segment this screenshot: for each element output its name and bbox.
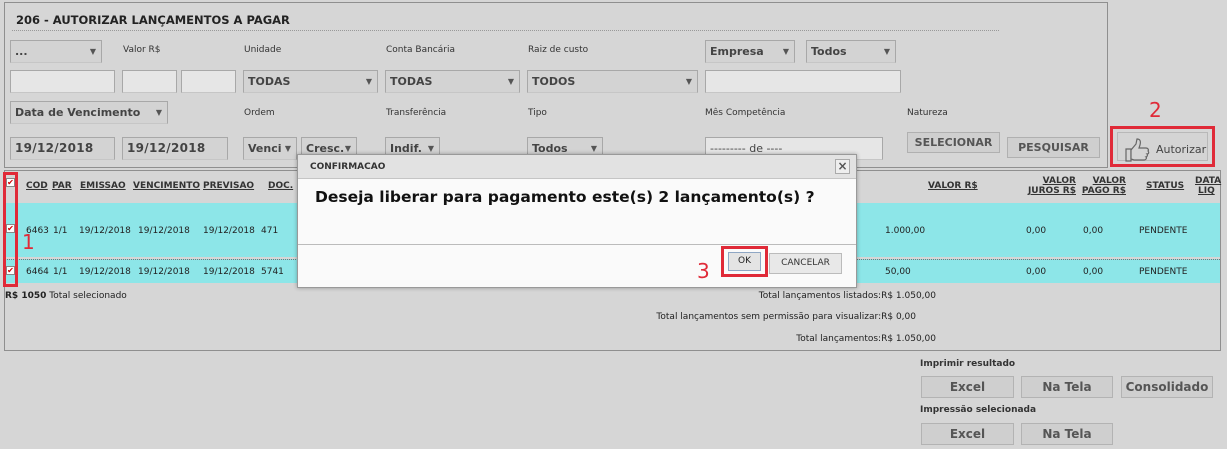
header-emissao[interactable]: EMISSAO <box>80 181 126 191</box>
header-pago-1[interactable]: VALOR <box>1086 176 1126 186</box>
title-divider <box>12 30 999 31</box>
print-result-label: Imprimir resultado <box>920 359 1016 369</box>
header-juros-1[interactable]: VALOR <box>1036 176 1076 186</box>
cell-cod: 6464 <box>26 267 49 277</box>
dialog-header: CONFIRMACAO × <box>298 155 856 179</box>
ordem-label: Ordem <box>244 108 275 118</box>
dialog-title: CONFIRMACAO <box>310 162 386 172</box>
cell-par: 1/1 <box>53 226 68 236</box>
close-icon[interactable]: × <box>835 159 850 174</box>
dialog-divider <box>298 244 856 245</box>
date-end-input[interactable]: 19/12/2018 <box>122 137 228 160</box>
autorizar-highlight: Autorizar <box>1110 126 1215 167</box>
cell-doc: 471 <box>261 226 279 236</box>
total-listados: Total lançamentos listados:R$ 1.050,00 <box>600 291 936 301</box>
annotation-3: 3 <box>697 259 710 283</box>
listados-value: R$ 1.050,00 <box>881 291 936 301</box>
cell-doc: 5741 <box>261 267 284 277</box>
ok-highlight: OK <box>721 246 768 277</box>
total-lancamentos: Total lançamentos:R$ 1.050,00 <box>600 334 936 344</box>
selecionar-button[interactable]: SELECIONAR <box>907 132 1000 153</box>
print-selected-label: Impressão selecionada <box>920 405 1037 415</box>
first-select[interactable]: ... <box>10 40 102 63</box>
header-status[interactable]: STATUS <box>1146 181 1184 191</box>
cell-pago: 0,00 <box>1083 226 1104 236</box>
mes-label: Mês Competência <box>705 108 786 118</box>
cell-status: PENDENTE <box>1139 267 1188 277</box>
empresa-todos-select[interactable]: Todos <box>806 40 896 63</box>
cell-pago: 0,00 <box>1083 267 1104 277</box>
first-text-input[interactable] <box>10 70 115 93</box>
page-title: 206 - AUTORIZAR LANÇAMENTOS A PAGAR <box>16 13 290 27</box>
print-natela-button[interactable]: Na Tela <box>1021 376 1113 398</box>
print-selected-natela-button[interactable]: Na Tela <box>1021 423 1113 445</box>
ok-button[interactable]: OK <box>728 252 761 271</box>
cancel-button[interactable]: CANCELAR <box>769 253 842 274</box>
header-par[interactable]: PAR <box>52 181 72 191</box>
conta-label: Conta Bancária <box>386 45 455 55</box>
transferencia-label: Transferência <box>386 108 447 118</box>
autorizar-button[interactable]: Autorizar <box>1117 132 1208 162</box>
valor-max-input[interactable] <box>181 70 236 93</box>
cell-previsao: 19/12/2018 <box>203 226 255 236</box>
ordem-select[interactable]: Venci <box>243 137 297 160</box>
selected-amount: R$ 1050 <box>5 291 47 301</box>
unidade-select[interactable]: TODAS <box>243 70 378 93</box>
header-vencimento[interactable]: VENCIMENTO <box>133 181 200 191</box>
autorizar-label: Autorizar <box>1156 143 1207 156</box>
header-data-1[interactable]: DATA <box>1195 176 1221 186</box>
sem-perm-label: Total lançamentos sem permissão para vis… <box>656 312 882 322</box>
checkbox-column-highlight <box>3 172 18 287</box>
tipo-label: Tipo <box>528 108 547 118</box>
header-juros-2[interactable]: JUROS R$ <box>1026 186 1076 196</box>
total-value: R$ 1.050,00 <box>881 334 936 344</box>
date-start-input[interactable]: 19/12/2018 <box>10 137 115 160</box>
cell-valor: 1.000,00 <box>885 226 926 236</box>
confirm-dialog: CONFIRMACAO × Deseja liberar para pagame… <box>297 154 857 288</box>
cell-status: PENDENTE <box>1139 226 1188 236</box>
header-data-2[interactable]: LIQ <box>1198 186 1215 196</box>
header-pago-2[interactable]: PAGO R$ <box>1076 186 1126 196</box>
print-selected-excel-button[interactable]: Excel <box>921 423 1014 445</box>
header-doc[interactable]: DOC. <box>268 181 293 191</box>
valor-label: Valor R$ <box>123 45 161 55</box>
sem-perm-value: R$ 0,00 <box>881 312 916 322</box>
print-consolidado-button[interactable]: Consolidado <box>1121 376 1213 398</box>
selected-label: Total selecionado <box>49 291 127 301</box>
total-sem-permissao: Total lançamentos sem permissão para vis… <box>580 312 916 322</box>
annotation-2: 2 <box>1149 98 1162 122</box>
cell-valor: 50,00 <box>885 267 911 277</box>
listados-label: Total lançamentos listados: <box>758 291 882 301</box>
cell-emissao: 19/12/2018 <box>79 267 131 277</box>
cell-juros: 0,00 <box>1026 226 1047 236</box>
total-label: Total lançamentos: <box>796 334 882 344</box>
header-cod[interactable]: COD <box>26 181 48 191</box>
cell-juros: 0,00 <box>1026 267 1047 277</box>
empresa-select[interactable]: Empresa <box>705 40 795 63</box>
conta-select[interactable]: TODAS <box>385 70 520 93</box>
header-valor[interactable]: VALOR R$ <box>928 181 978 191</box>
data-tipo-select[interactable]: Data de Vencimento <box>10 101 168 124</box>
print-excel-button[interactable]: Excel <box>921 376 1014 398</box>
pesquisar-button[interactable]: PESQUISAR <box>1007 137 1100 158</box>
raiz-label: Raiz de custo <box>528 45 589 55</box>
valor-min-input[interactable] <box>122 70 177 93</box>
cell-vencimento: 19/12/2018 <box>138 226 190 236</box>
natureza-label: Natureza <box>907 108 948 118</box>
cell-emissao: 19/12/2018 <box>79 226 131 236</box>
cell-par: 1/1 <box>53 267 68 277</box>
cell-previsao: 19/12/2018 <box>203 267 255 277</box>
thumbs-up-icon <box>1125 138 1150 162</box>
header-previsao[interactable]: PREVISAO <box>203 181 254 191</box>
raiz-select[interactable]: TODOS <box>527 70 698 93</box>
cell-vencimento: 19/12/2018 <box>138 267 190 277</box>
empresa-input[interactable] <box>705 70 901 93</box>
unidade-label: Unidade <box>244 45 282 55</box>
selected-total: R$ 1050 Total selecionado <box>5 291 127 301</box>
dialog-message: Deseja liberar para pagamento este(s) 2 … <box>315 188 815 206</box>
annotation-1: 1 <box>22 230 35 254</box>
